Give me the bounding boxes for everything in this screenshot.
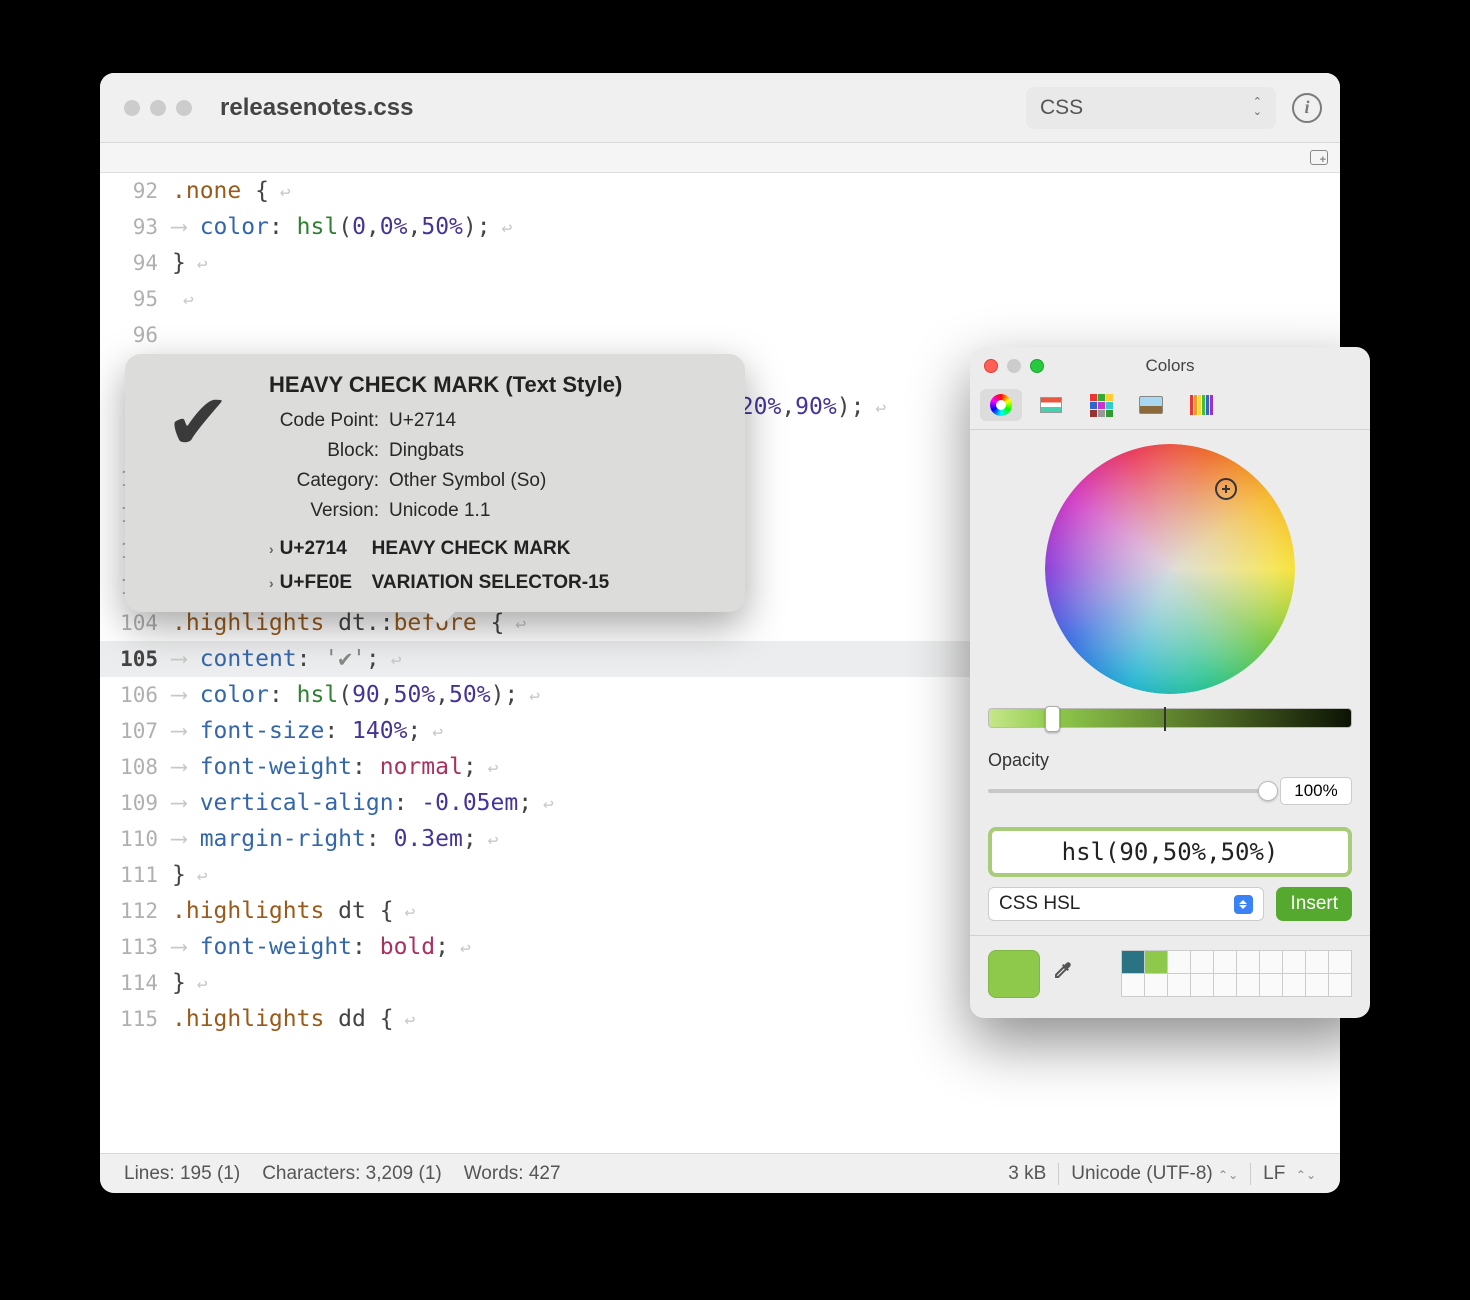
code-line[interactable]: 95 ↩ (100, 281, 1340, 317)
color-mode-toolbar (970, 385, 1370, 430)
code-line[interactable]: 92.none { ↩ (100, 173, 1340, 209)
opacity-slider[interactable] (988, 789, 1270, 793)
swatch-grid[interactable] (1122, 951, 1352, 997)
line-number: 108 (100, 755, 172, 779)
line-number: 106 (100, 683, 172, 707)
chevron-updown-icon: ⌃⌄ (1253, 98, 1262, 117)
eyedropper-icon (1050, 959, 1074, 983)
line-number: 96 (100, 323, 172, 347)
status-chars: Characters: 3,209 (1) (252, 1163, 452, 1185)
image-icon (1139, 396, 1163, 414)
line-number: 111 (100, 863, 172, 887)
language-select[interactable]: CSS ⌃⌄ (1026, 87, 1276, 129)
line-number: 109 (100, 791, 172, 815)
code-point-value: U+2714 (389, 406, 456, 436)
component-char-1[interactable]: ›U+2714HEAVY CHECK MARK (269, 538, 721, 560)
line-number: 92 (100, 179, 172, 203)
block-value: Dingbats (389, 436, 464, 466)
dropdown-icon (1234, 895, 1253, 914)
language-value: CSS (1040, 96, 1083, 120)
titlebar: releasenotes.css CSS ⌃⌄ i (100, 73, 1340, 143)
minimize-window-button[interactable] (150, 100, 166, 116)
zoom-window-button[interactable] (176, 100, 192, 116)
sliders-icon (1040, 397, 1062, 413)
window-controls (124, 100, 192, 116)
chevron-right-icon: › (269, 541, 274, 557)
color-wheel-cursor[interactable] (1215, 478, 1237, 500)
add-tab-icon[interactable] (1310, 150, 1328, 165)
opacity-label: Opacity (988, 750, 1352, 771)
line-number: 113 (100, 935, 172, 959)
character-glyph: ✔ (143, 372, 253, 594)
colors-title: Colors (970, 356, 1370, 376)
chevron-right-icon: › (269, 575, 274, 591)
pencils-tab[interactable] (1180, 389, 1222, 421)
color-sliders-tab[interactable] (1030, 389, 1072, 421)
brightness-slider[interactable] (988, 708, 1352, 728)
status-line-ending[interactable]: LF ⌃⌄ (1253, 1163, 1326, 1185)
version-value: Unicode 1.1 (389, 496, 490, 526)
color-wheel-icon (990, 394, 1012, 416)
category-value: Other Symbol (So) (389, 466, 546, 496)
character-info-popover: ✔ HEAVY CHECK MARK (Text Style) Code Poi… (125, 354, 745, 612)
window-title: releasenotes.css (220, 94, 413, 122)
line-number: 110 (100, 827, 172, 851)
color-wheel[interactable] (1045, 444, 1295, 694)
status-words: Words: 427 (454, 1163, 571, 1185)
image-palette-tab[interactable] (1130, 389, 1172, 421)
opacity-thumb[interactable] (1258, 781, 1278, 801)
color-format-select[interactable]: CSS HSL (988, 887, 1264, 921)
colors-panel: Colors Opacity 100% hsl(90,50%,50%) CSS … (970, 347, 1370, 1018)
line-number: 115 (100, 1007, 172, 1031)
statusbar: Lines: 195 (1) Characters: 3,209 (1) Wor… (100, 1153, 1340, 1193)
status-encoding[interactable]: Unicode (UTF-8) ⌃⌄ (1061, 1163, 1248, 1185)
opacity-value[interactable]: 100% (1280, 777, 1352, 805)
color-wheel-tab[interactable] (980, 389, 1022, 421)
line-number: 104 (100, 611, 172, 635)
character-name: HEAVY CHECK MARK (Text Style) (269, 372, 721, 398)
current-color-swatch[interactable] (988, 950, 1040, 998)
tab-bar (100, 143, 1340, 173)
brightness-thumb[interactable] (1045, 706, 1060, 732)
color-value-input[interactable]: hsl(90,50%,50%) (988, 827, 1352, 877)
line-number: 107 (100, 719, 172, 743)
color-palette-tab[interactable] (1080, 389, 1122, 421)
brightness-mark (1164, 707, 1166, 731)
component-char-2[interactable]: ›U+FE0EVARIATION SELECTOR-15 (269, 572, 721, 594)
line-number: 93 (100, 215, 172, 239)
line-number: 114 (100, 971, 172, 995)
code-line[interactable]: 93⟶ color: hsl(0,0%,50%); ↩ (100, 209, 1340, 245)
code-line[interactable]: 94} ↩ (100, 245, 1340, 281)
line-number: 105 (100, 647, 172, 671)
pencils-icon (1190, 395, 1213, 415)
line-number: 112 (100, 899, 172, 923)
close-window-button[interactable] (124, 100, 140, 116)
info-button[interactable]: i (1292, 93, 1322, 123)
status-lines: Lines: 195 (1) (114, 1163, 250, 1185)
line-number: 94 (100, 251, 172, 275)
status-filesize: 3 kB (998, 1163, 1056, 1185)
line-number: 95 (100, 287, 172, 311)
eyedropper-button[interactable] (1050, 959, 1074, 990)
palette-icon (1090, 394, 1113, 417)
colors-titlebar: Colors (970, 347, 1370, 385)
insert-button[interactable]: Insert (1276, 887, 1352, 921)
